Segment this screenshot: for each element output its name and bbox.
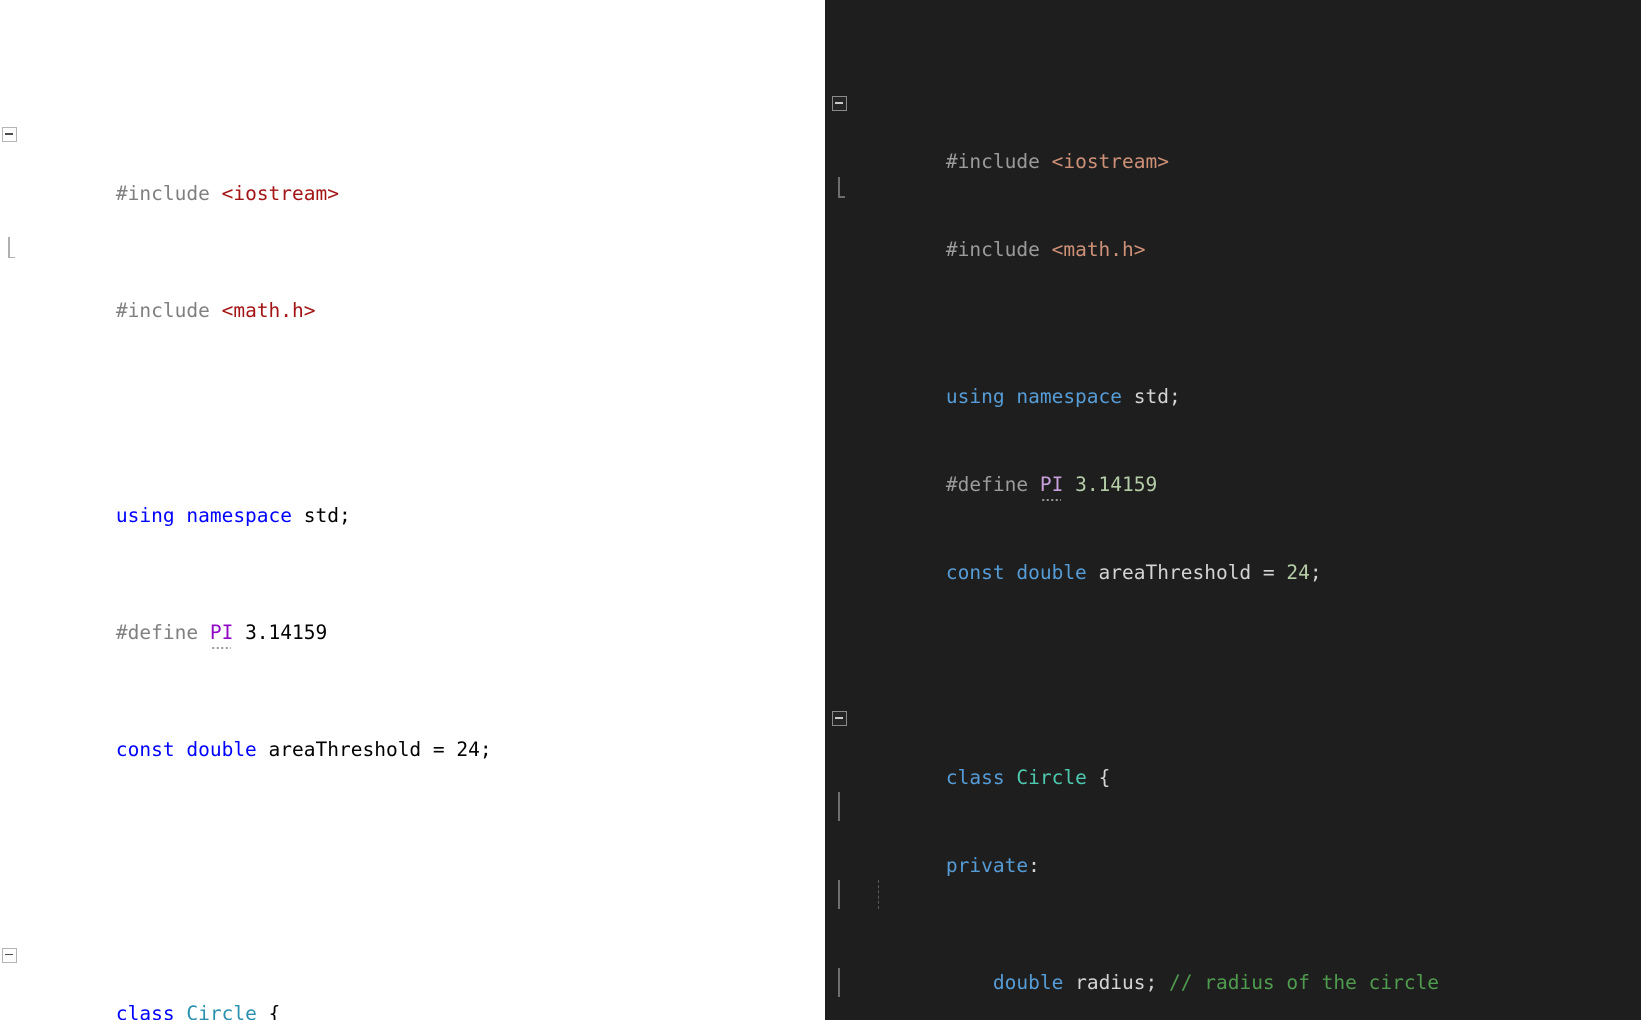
code-line[interactable]: #define PI 3.14159 — [830, 440, 1641, 496]
light-code-block[interactable]: #include <iostream> #include <math.h> us… — [0, 3, 790, 1020]
fold-gutter — [830, 879, 852, 910]
code-line[interactable]: public: — [830, 967, 1641, 998]
fold-range-bar-icon — [838, 176, 844, 198]
code-line[interactable]: #include <math.h> — [830, 176, 1641, 261]
fold-range-bar-icon — [838, 879, 840, 910]
fold-gutter — [830, 176, 852, 206]
fold-range-bar-icon — [838, 792, 840, 822]
code-line[interactable]: double radius; // radius of the circle — [830, 879, 1641, 994]
split-view-container: #include <iostream> #include <math.h> us… — [0, 0, 1641, 1020]
dark-theme-editor-pane[interactable]: #include <iostream> #include <math.h> us… — [825, 0, 1641, 1020]
fold-range-bar-icon — [8, 237, 14, 259]
code-line[interactable]: #include <math.h> — [0, 237, 790, 322]
fold-gutter — [830, 967, 852, 998]
code-line[interactable]: class Circle { — [830, 704, 1641, 789]
minus-square-icon[interactable] — [832, 95, 847, 111]
indent-guide-icon — [878, 879, 879, 910]
code-line[interactable]: #include <iostream> — [0, 120, 790, 205]
fold-gutter[interactable] — [0, 941, 22, 970]
minus-square-icon[interactable] — [2, 127, 17, 143]
code-line[interactable]: using namespace std; — [0, 472, 790, 527]
code-line[interactable]: #include <iostream> — [830, 89, 1641, 173]
macro-pi-token[interactable]: PI — [1040, 473, 1063, 496]
fold-gutter — [830, 792, 852, 822]
code-line[interactable]: private: — [830, 792, 1641, 877]
minus-square-icon[interactable] — [832, 711, 847, 727]
fold-range-bar-icon — [838, 967, 840, 998]
code-line[interactable]: #define PI 3.14159 — [0, 589, 790, 644]
code-line[interactable]: const double areaThreshold = 24; — [0, 706, 790, 761]
pane-divider-gap — [790, 0, 825, 1020]
code-line[interactable]: using namespace std; — [830, 353, 1641, 408]
minus-square-icon[interactable] — [2, 947, 17, 963]
fold-gutter — [0, 237, 22, 266]
light-theme-editor-pane[interactable]: #include <iostream> #include <math.h> us… — [0, 0, 790, 1020]
fold-gutter[interactable] — [830, 704, 852, 733]
dark-code-block[interactable]: #include <iostream> #include <math.h> us… — [830, 1, 1641, 1020]
fold-gutter[interactable] — [830, 89, 852, 118]
code-line[interactable]: class Circle { — [0, 941, 790, 1020]
macro-pi-token[interactable]: PI — [210, 621, 233, 644]
code-line[interactable]: const double areaThreshold = 24; — [830, 528, 1641, 584]
fold-gutter[interactable] — [0, 120, 22, 149]
